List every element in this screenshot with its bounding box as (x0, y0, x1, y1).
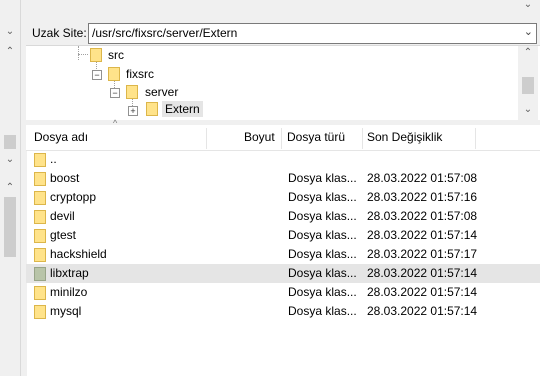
folder-icon (126, 85, 138, 99)
folder-icon (34, 286, 46, 300)
file-type: Dosya klas... (288, 304, 357, 318)
file-modified: 28.03.2022 01:57:16 (367, 190, 478, 204)
folder-icon (34, 191, 46, 205)
chevron-down-icon[interactable]: ⌄ (520, 102, 536, 118)
file-name: minilzo (50, 285, 88, 299)
remote-site-bar: Uzak Site: /usr/src/fixsrc/server/Extern… (26, 21, 540, 45)
local-list-scroll-thumb[interactable] (4, 197, 16, 257)
folder-icon (34, 172, 46, 186)
file-type: Dosya klas... (288, 228, 357, 242)
folder-icon (34, 210, 46, 224)
sort-ascending-icon: ^ (113, 118, 118, 128)
tree-connector (78, 46, 79, 60)
file-modified: 28.03.2022 01:57:14 (367, 228, 478, 242)
column-header-type[interactable]: Dosya türü (287, 125, 345, 150)
folder-icon (90, 48, 102, 62)
tree-connector (78, 54, 88, 55)
table-row[interactable]: cryptopp Dosya klas... 28.03.2022 01:57:… (26, 188, 540, 207)
file-modified: 28.03.2022 01:57:14 (367, 285, 478, 299)
chevron-down-icon[interactable]: ⌄ (524, 24, 533, 41)
chevron-up-icon[interactable]: ⌃ (2, 180, 18, 196)
folder-icon (34, 229, 46, 243)
table-row[interactable]: boost Dosya klas... 28.03.2022 01:57:08 (26, 169, 540, 188)
chevron-up-icon[interactable]: ⌃ (520, 46, 536, 60)
list-item-parent[interactable]: .. (26, 150, 540, 169)
local-tree-scroll-thumb[interactable] (4, 135, 16, 149)
column-separator[interactable] (206, 128, 207, 149)
chevron-up-icon[interactable]: ⌃ (2, 44, 18, 60)
file-name: cryptopp (50, 190, 97, 204)
file-name: libxtrap (50, 266, 89, 280)
chevron-down-icon[interactable]: ⌄ (2, 152, 18, 168)
file-modified: 28.03.2022 01:57:14 (367, 266, 478, 280)
remote-tree: ⌃ ⌄ src − fixsrc − server + Extern (26, 45, 540, 121)
file-name: mysql (50, 304, 82, 318)
column-header-modified[interactable]: Son Değişiklik (367, 125, 442, 150)
column-separator[interactable] (475, 128, 476, 149)
folder-icon (146, 102, 158, 116)
folder-icon (34, 305, 46, 319)
file-modified: 28.03.2022 01:57:08 (367, 171, 478, 185)
chevron-down-icon[interactable]: ⌄ (2, 24, 18, 40)
file-name: .. (50, 152, 57, 166)
folder-icon (108, 67, 120, 81)
file-modified: 28.03.2022 01:57:14 (367, 304, 478, 318)
remote-path-input[interactable]: /usr/src/fixsrc/server/Extern (92, 25, 237, 41)
top-strip (26, 0, 540, 21)
minus-icon[interactable]: − (92, 70, 102, 80)
file-type: Dosya klas... (288, 266, 357, 280)
table-row[interactable]: gtest Dosya klas... 28.03.2022 01:57:14 (26, 226, 540, 245)
file-modified: 28.03.2022 01:57:17 (367, 247, 478, 261)
remote-tree-scroll-thumb[interactable] (522, 77, 534, 94)
table-row[interactable]: minilzo Dosya klas... 28.03.2022 01:57:1… (26, 283, 540, 302)
tree-node-server[interactable]: server (145, 84, 178, 100)
table-row[interactable]: devil Dosya klas... 28.03.2022 01:57:08 (26, 207, 540, 226)
column-header-name[interactable]: Dosya adı (34, 125, 88, 150)
file-modified: 28.03.2022 01:57:08 (367, 209, 478, 223)
chevron-down-icon[interactable]: ⌄ (520, 0, 536, 12)
folder-icon (34, 267, 46, 281)
file-type: Dosya klas... (288, 190, 357, 204)
column-separator[interactable] (362, 128, 363, 149)
tree-node-extern[interactable]: Extern (162, 101, 203, 117)
folder-icon (34, 153, 46, 167)
tree-node-fixsrc[interactable]: fixsrc (126, 66, 154, 82)
table-row-selected[interactable]: libxtrap Dosya klas... 28.03.2022 01:57:… (26, 264, 540, 283)
file-name: boost (50, 171, 80, 185)
column-separator[interactable] (281, 128, 282, 149)
file-name: devil (50, 209, 75, 223)
file-type: Dosya klas... (288, 171, 357, 185)
file-type: Dosya klas... (288, 209, 357, 223)
file-name: hackshield (50, 247, 107, 261)
table-row[interactable]: mysql Dosya klas... 28.03.2022 01:57:14 (26, 302, 540, 321)
plus-icon[interactable]: + (128, 106, 138, 116)
file-type: Dosya klas... (288, 247, 357, 261)
folder-icon (34, 248, 46, 262)
minus-icon[interactable]: − (110, 88, 120, 98)
remote-path-combobox[interactable]: /usr/src/fixsrc/server/Extern ⌄ (88, 23, 537, 44)
tree-node-src[interactable]: src (108, 47, 124, 63)
remote-site-label: Uzak Site: (32, 26, 87, 40)
file-name: gtest (50, 228, 77, 242)
column-header-size[interactable]: Boyut (244, 125, 275, 150)
file-list-header (26, 125, 540, 151)
table-row[interactable]: hackshield Dosya klas... 28.03.2022 01:5… (26, 245, 540, 264)
file-type: Dosya klas... (288, 285, 357, 299)
